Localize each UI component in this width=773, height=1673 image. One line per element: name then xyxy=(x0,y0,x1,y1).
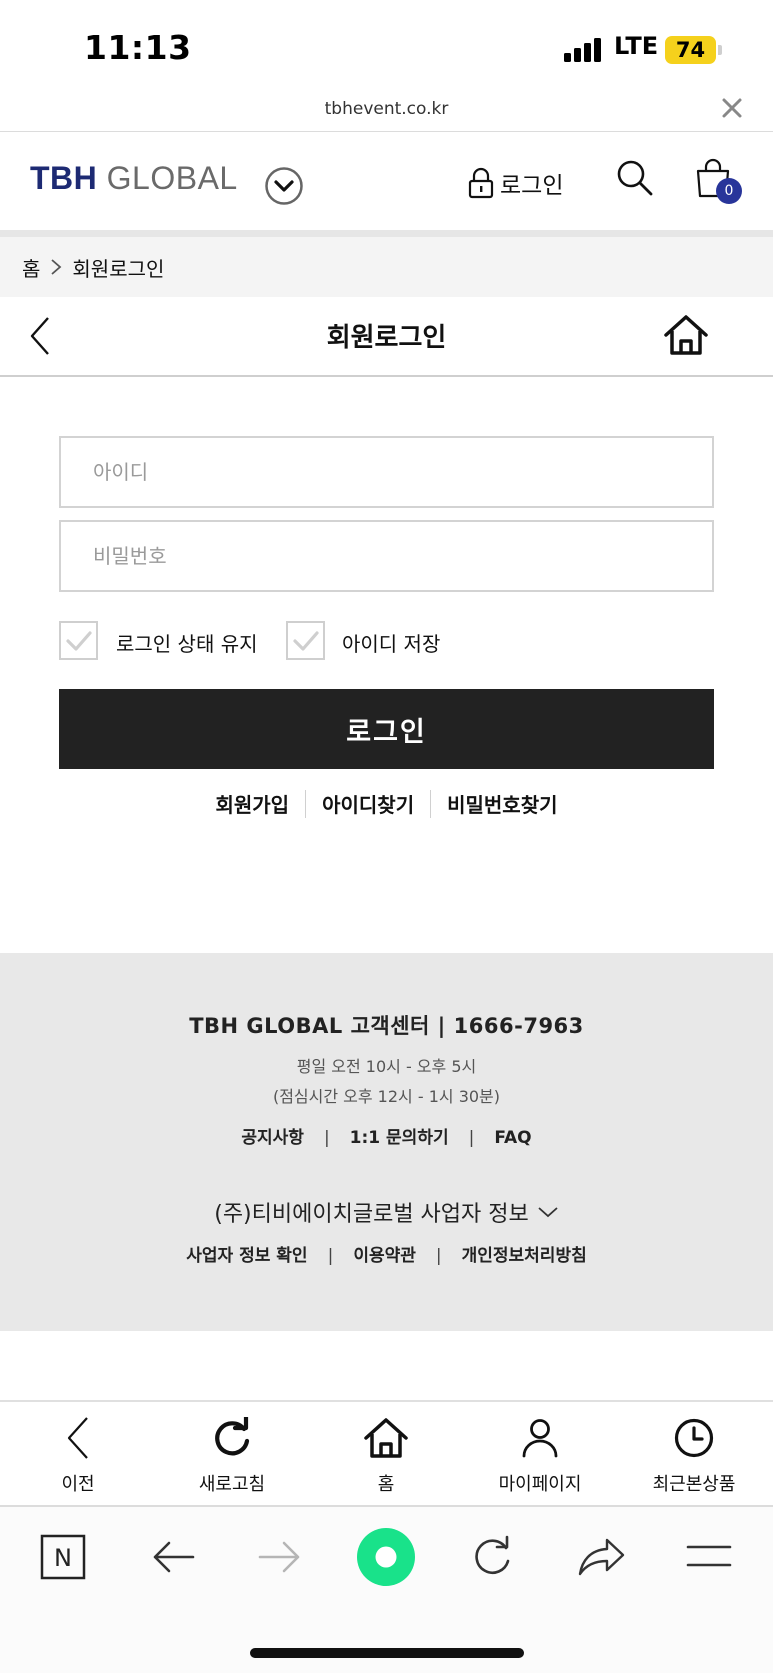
checkmark-icon xyxy=(292,630,319,651)
site-footer: TBH GLOBAL 고객센터 | 1666-7963 평일 오전 10시 - … xyxy=(0,953,773,1331)
keep-login-checkbox[interactable] xyxy=(59,621,98,660)
status-time: 11:13 xyxy=(84,28,192,67)
divider xyxy=(0,375,773,377)
nav-recent-label: 최근본상품 xyxy=(652,1474,736,1495)
nav-refresh-label: 새로고침 xyxy=(198,1474,266,1495)
nav-recent[interactable]: 최근본상품 xyxy=(624,1412,764,1496)
privacy-link[interactable]: 개인정보처리방침 xyxy=(462,1246,587,1266)
nav-prev[interactable]: 이전 xyxy=(8,1412,148,1496)
chevron-down-icon[interactable] xyxy=(264,166,304,206)
page-title: 회원로그인 xyxy=(326,323,447,353)
breadcrumb: 홈 회원로그인 xyxy=(0,237,773,297)
browser-reload-icon[interactable] xyxy=(470,1535,514,1579)
divider xyxy=(430,789,432,818)
footer-links-support: 공지사항 | 1:1 문의하기 | FAQ xyxy=(241,1128,532,1148)
logo-rest: GLOBAL xyxy=(106,160,238,196)
login-button[interactable]: 로그인 xyxy=(59,689,714,769)
chevron-right-icon xyxy=(50,258,62,276)
close-icon[interactable] xyxy=(720,96,744,120)
inquiry-link[interactable]: 1:1 문의하기 xyxy=(350,1128,449,1148)
nav-mypage[interactable]: 마이페이지 xyxy=(470,1412,610,1496)
url-domain[interactable]: tbhevent.co.kr xyxy=(0,99,773,119)
divider xyxy=(0,230,773,237)
menu-icon[interactable] xyxy=(686,1543,732,1569)
customer-center-line[interactable]: TBH GLOBAL 고객센터 | 1666-7963 xyxy=(0,1010,773,1040)
breadcrumb-current: 회원로그인 xyxy=(72,256,165,281)
signup-link[interactable]: 회원가입 xyxy=(215,789,289,818)
account-links: 회원가입 아이디찾기 비밀번호찾기 xyxy=(0,789,773,818)
site-logo[interactable]: TBH GLOBAL xyxy=(30,160,238,197)
business-hours: 평일 오전 10시 - 오후 5시 xyxy=(296,1057,477,1076)
n-label: N xyxy=(54,1544,72,1572)
nav-refresh[interactable]: 새로고침 xyxy=(162,1412,302,1496)
business-info-toggle[interactable]: (주)티비에이치글로벌 사업자 정보 xyxy=(0,1196,773,1228)
nav-prev-label: 이전 xyxy=(61,1474,95,1495)
divider xyxy=(0,1400,773,1402)
search-icon[interactable] xyxy=(615,158,655,198)
nav-mypage-label: 마이페이지 xyxy=(498,1474,582,1495)
naver-n-icon[interactable]: N xyxy=(40,1534,86,1580)
header-login-label: 로그인 xyxy=(500,173,564,199)
terms-link[interactable]: 이용약관 xyxy=(353,1246,416,1266)
faq-link[interactable]: FAQ xyxy=(494,1128,531,1148)
find-id-link[interactable]: 아이디찾기 xyxy=(322,789,414,818)
share-icon[interactable] xyxy=(577,1537,625,1577)
chevron-left-icon xyxy=(8,1412,148,1464)
business-info-label: (주)티비에이치글로벌 사업자 정보 xyxy=(214,1202,529,1227)
home-icon xyxy=(316,1412,456,1464)
network-type: LTE xyxy=(614,32,659,60)
business-check-link[interactable]: 사업자 정보 확인 xyxy=(186,1246,307,1266)
home-indicator[interactable] xyxy=(250,1648,524,1658)
divider xyxy=(305,789,307,818)
nav-home-label: 홈 xyxy=(377,1474,395,1495)
clock-icon xyxy=(624,1412,764,1464)
user-icon xyxy=(470,1412,610,1464)
battery-icon: 74 xyxy=(665,36,722,64)
checkmark-icon xyxy=(65,630,92,651)
lunch-hours: (점심시간 오후 12시 - 1시 30분) xyxy=(272,1087,501,1106)
browser-forward-icon[interactable] xyxy=(258,1540,302,1574)
naver-green-dot-icon[interactable] xyxy=(356,1527,416,1587)
cellular-signal-icon xyxy=(564,38,606,62)
save-id-label[interactable]: 아이디 저장 xyxy=(342,628,440,657)
logo-brand: TBH xyxy=(30,160,98,196)
find-password-link[interactable]: 비밀번호찾기 xyxy=(447,789,557,818)
notice-link[interactable]: 공지사항 xyxy=(241,1128,304,1148)
breadcrumb-home[interactable]: 홈 xyxy=(22,253,40,282)
chevron-down-icon xyxy=(537,1205,559,1219)
refresh-icon xyxy=(162,1412,302,1464)
password-input[interactable] xyxy=(59,520,714,592)
battery-level: 74 xyxy=(665,36,716,64)
id-input[interactable] xyxy=(59,436,714,508)
save-id-checkbox[interactable] xyxy=(286,621,325,660)
lock-icon xyxy=(468,167,494,199)
browser-back-icon[interactable] xyxy=(151,1540,195,1574)
divider xyxy=(0,131,773,132)
nav-home[interactable]: 홈 xyxy=(316,1412,456,1496)
header-login-button[interactable]: 로그인 xyxy=(468,166,563,200)
home-icon[interactable] xyxy=(662,313,710,357)
keep-login-label[interactable]: 로그인 상태 유지 xyxy=(116,628,258,657)
cart-count-badge: 0 xyxy=(716,178,742,204)
footer-links-legal: 사업자 정보 확인 | 이용약관 | 개인정보처리방침 xyxy=(186,1246,587,1266)
